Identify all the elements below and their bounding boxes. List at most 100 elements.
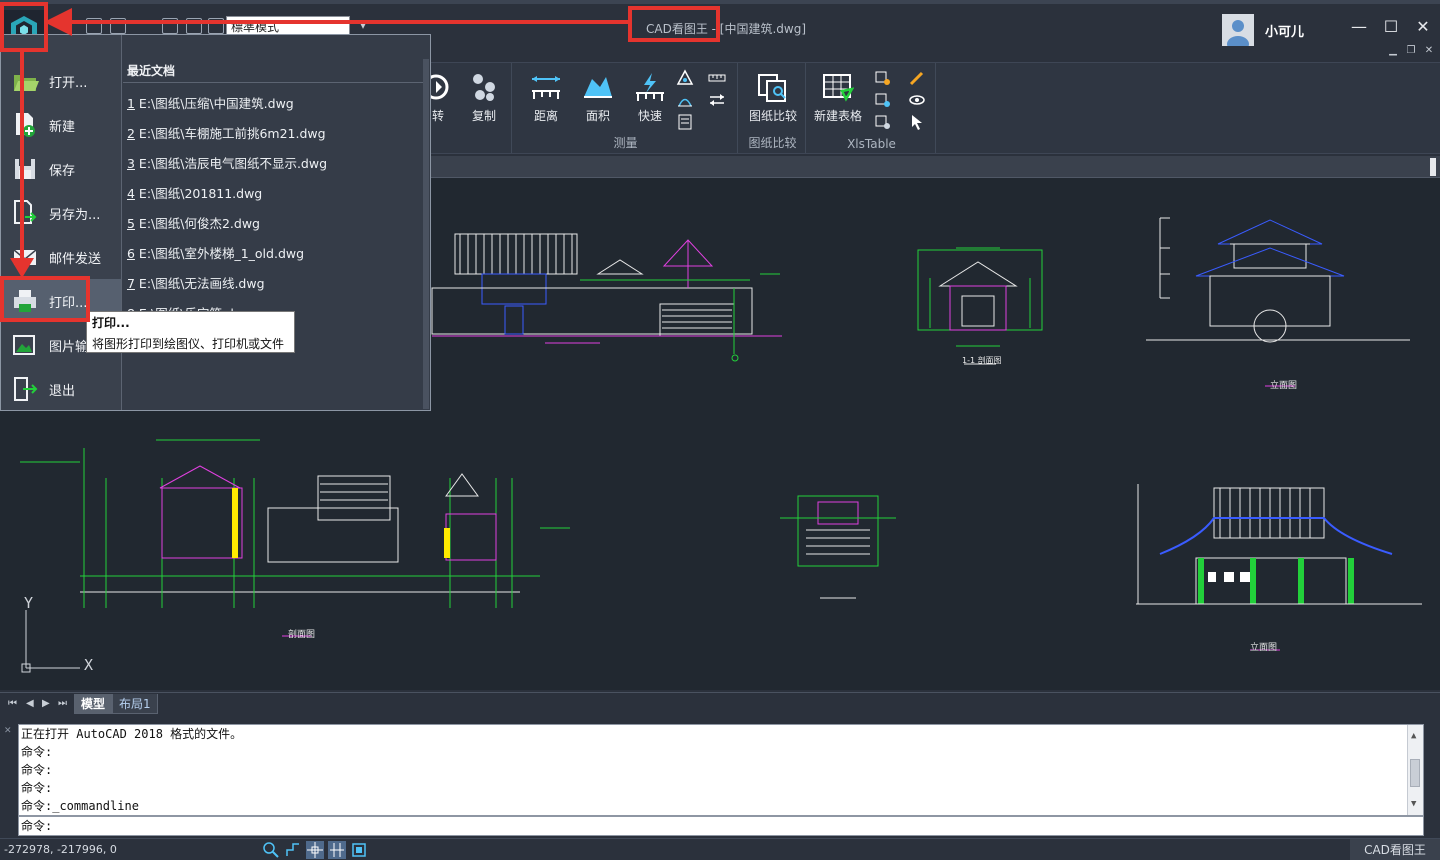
avatar[interactable]: [1222, 14, 1254, 46]
recent-doc-path: E:\图纸\浩辰电气图纸不显示.dwg: [134, 156, 328, 171]
drawing-label: 立面图: [1250, 643, 1278, 653]
table-import-icon[interactable]: [874, 91, 892, 109]
menu-item-label: 退出: [49, 384, 76, 399]
snap-icon[interactable]: [306, 841, 324, 859]
annotation-arrowhead-down: [10, 258, 34, 278]
table-edit-icon[interactable]: [908, 69, 926, 87]
menu-item-save[interactable]: 保存: [1, 147, 121, 189]
command-input[interactable]: 命令:: [18, 816, 1424, 836]
recent-doc-item[interactable]: 5 E:\图纸\何俊杰2.dwg: [127, 213, 260, 232]
copy-button[interactable]: 复制: [460, 69, 508, 129]
recent-doc-number: 5: [127, 216, 135, 231]
next-sheet-icon[interactable]: ▶: [42, 698, 50, 709]
ortho-icon[interactable]: [284, 841, 302, 859]
fullscreen-icon[interactable]: [350, 841, 368, 859]
scroll-down-icon[interactable]: ▼: [1411, 795, 1416, 813]
command-history[interactable]: 正在打开 AutoCAD 2018 格式的文件。 命令: 命令: 命令: 命令:…: [18, 724, 1424, 816]
distance-icon: [530, 71, 562, 103]
command-log-line: 正在打开 AutoCAD 2018 格式的文件。: [21, 727, 243, 741]
menu-item-new[interactable]: 新建: [1, 103, 121, 145]
table-settings-icon[interactable]: [874, 113, 892, 131]
scale-icon[interactable]: [708, 91, 726, 109]
recent-docs-title: 最近文档: [123, 59, 423, 83]
exit-icon: [14, 377, 38, 401]
close-button[interactable]: ✕: [1412, 16, 1434, 38]
pagoda-elevation-right-bottom: [1136, 484, 1422, 651]
distance-button[interactable]: 距离: [516, 69, 576, 129]
command-scrollbar[interactable]: ▲ ▼: [1407, 725, 1423, 815]
command-area: ✕ 正在打开 AutoCAD 2018 格式的文件。 命令: 命令: 命令: 命…: [0, 716, 1440, 838]
new-table-button[interactable]: 新建表格: [808, 69, 868, 129]
menu-item-save-as[interactable]: 另存为...: [1, 191, 121, 233]
tooltip-title: 打印...: [92, 316, 130, 330]
measure-group-label: 测量: [613, 136, 638, 150]
doc-close-button[interactable]: ✕: [1420, 44, 1438, 58]
cad-viewer-window: 標準模式 ▾ CAD看图王 - [中国建筑.dwg] 小可儿 — ☐ ✕ ▁ ❐…: [0, 0, 1440, 860]
tooltip-description: 将图形打印到绘图仪、打印机或文件: [92, 337, 285, 351]
tab-model[interactable]: 模型: [74, 694, 113, 714]
recent-doc-path: E:\图纸\压缩\中国建筑.dwg: [134, 96, 294, 111]
annotation-box-print: [0, 276, 90, 322]
command-close-icon[interactable]: ✕: [4, 726, 12, 736]
menu-item-label: 图片输: [49, 340, 89, 355]
ribbon-group-edit: 转 复制: [420, 63, 512, 153]
recent-doc-item[interactable]: 7 E:\图纸\无法画线.dwg: [127, 273, 265, 292]
recent-doc-item[interactable]: 2 E:\图纸\车棚施工前挑6m21.dwg: [127, 123, 326, 142]
recent-doc-item[interactable]: 4 E:\图纸\201811.dwg: [127, 183, 262, 202]
recent-doc-item[interactable]: 1 E:\图纸\压缩\中国建筑.dwg: [127, 93, 294, 112]
prev-sheet-icon[interactable]: ◀: [26, 698, 34, 709]
last-sheet-icon[interactable]: ⏭: [58, 698, 67, 709]
scroll-up-icon[interactable]: ▲: [1411, 727, 1416, 745]
section-drawing-small: [917, 247, 1043, 365]
scroll-thumb[interactable]: [1410, 759, 1420, 787]
ruler-icon[interactable]: [708, 69, 726, 87]
status-bar: -272978, -217996, 0 CAD看图王: [0, 838, 1440, 860]
menu-item-label: 保存: [49, 164, 76, 179]
zoom-icon[interactable]: [262, 841, 280, 859]
first-sheet-icon[interactable]: ⏮: [8, 698, 17, 709]
recent-doc-item[interactable]: 6 E:\图纸\室外楼梯_1_old.dwg: [127, 243, 304, 262]
user-name[interactable]: 小可儿: [1265, 21, 1304, 40]
doc-restore-button[interactable]: ❐: [1402, 44, 1420, 58]
area-icon: [582, 71, 614, 103]
menu-item-label: 邮件发送: [49, 252, 102, 267]
annotation-arrow-line: [60, 20, 628, 24]
quick-measure-button[interactable]: 快速: [620, 69, 680, 129]
recent-docs-scrollbar[interactable]: [423, 59, 429, 409]
drawing-label: 剖面图: [288, 630, 316, 640]
menu-item-exit[interactable]: 退出: [1, 367, 121, 409]
recent-doc-number: 6: [127, 246, 135, 261]
minimize-button[interactable]: —: [1348, 16, 1370, 38]
compare-button[interactable]: 图纸比较: [742, 69, 804, 129]
copy-icon: [468, 71, 500, 103]
table-export-icon[interactable]: [874, 69, 892, 87]
recent-doc-number: 4: [127, 186, 135, 201]
table-select-icon[interactable]: [908, 113, 926, 131]
menu-item-open[interactable]: 打开...: [1, 59, 121, 101]
recent-doc-path: E:\图纸\何俊杰2.dwg: [134, 216, 260, 231]
grid-icon[interactable]: [328, 841, 346, 859]
drawing-label: 1-1 剖面图: [962, 356, 1002, 365]
doc-minimize-button[interactable]: ▁: [1384, 44, 1402, 58]
recent-doc-path: E:\图纸\201811.dwg: [134, 186, 263, 201]
tab-layout1[interactable]: 布局1: [112, 694, 158, 714]
coordinate-icon[interactable]: [676, 113, 694, 131]
compare-label: 图纸比较: [748, 109, 797, 123]
recent-doc-number: 1: [127, 96, 135, 111]
maximize-button[interactable]: ☐: [1380, 16, 1402, 38]
arc-measure-icon[interactable]: [676, 91, 694, 109]
angle-measure-icon[interactable]: [676, 69, 694, 87]
recent-doc-item[interactable]: 3 E:\图纸\浩辰电气图纸不显示.dwg: [127, 153, 327, 172]
print-tooltip: 打印... 将图形打印到绘图仪、打印机或文件: [86, 311, 295, 353]
coordinate-readout: -272978, -217996, 0: [4, 843, 117, 856]
doc-strip-end: [1430, 158, 1436, 176]
status-brand: CAD看图王: [1350, 839, 1440, 860]
annotation-box-logo: [0, 2, 48, 52]
recent-doc-number: 3: [127, 156, 135, 171]
area-button[interactable]: 面积: [568, 69, 628, 129]
new-file-icon: [16, 113, 35, 137]
compare-group-label: 图纸比较: [748, 136, 797, 150]
sheet-tab-bar: ⏮ ◀ ▶ ⏭ 模型 布局1: [0, 692, 1440, 714]
area-label: 面积: [585, 109, 610, 123]
table-view-icon[interactable]: [908, 91, 926, 109]
